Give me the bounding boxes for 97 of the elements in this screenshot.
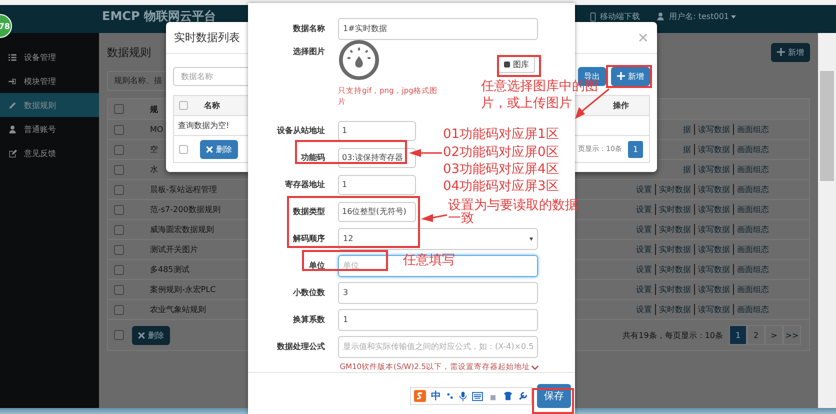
action-link[interactable]: 画面组态 (733, 124, 769, 135)
annotation-text: 02功能码对应屏0区 (443, 144, 559, 161)
action-link[interactable]: 画面组态 (733, 164, 769, 175)
annotation-text: 04功能码对应屏3区 (443, 178, 559, 195)
action-link[interactable]: 画面组态 (733, 244, 769, 255)
action-link[interactable]: 据 (683, 124, 691, 135)
ime-mode[interactable]: 中 (431, 389, 441, 403)
table-cell: 晨板-泵站远程管理 (150, 184, 217, 195)
input-field[interactable]: 3 (338, 282, 538, 304)
input-field[interactable]: 显示值和实际传输值之间的对应公式，如：(X-4)×0.5 (338, 336, 538, 358)
action-link[interactable]: 设置 (636, 304, 652, 315)
action-link[interactable]: 读写数据 (694, 164, 730, 175)
action-link[interactable]: 画面组态 (733, 264, 769, 275)
page-button[interactable]: >> (783, 325, 801, 345)
action-link[interactable]: 设置 (636, 284, 652, 295)
page-button[interactable]: 1 (628, 140, 643, 158)
action-link[interactable]: 读写数据 (694, 284, 730, 295)
table-cell: 案例规则-永宏PLC (150, 284, 216, 295)
action-link[interactable]: 画面组态 (733, 224, 769, 235)
field-label: 小数位数 (293, 288, 325, 297)
action-link[interactable]: 画面组态 (733, 184, 769, 195)
table-cell: 农业气象站规则 (150, 304, 206, 315)
action-link[interactable]: 画面组态 (733, 204, 769, 215)
action-link[interactable]: 实时数据 (655, 184, 691, 195)
empty-message: 查询数据为空! (177, 120, 230, 131)
action-link[interactable]: 设置 (636, 204, 652, 215)
field-label: 换算系数 (293, 315, 325, 324)
action-link[interactable]: 实时数据 (655, 244, 691, 255)
annotation-text: 01功能码对应屏1区 (443, 126, 559, 143)
column-header: 规 (150, 104, 158, 114)
action-link[interactable]: 设置 (636, 224, 652, 235)
dialog-title: 实时数据列表 (174, 30, 240, 45)
pagination-summary: 共有19条，每页显示：10条 (622, 330, 723, 340)
close-button[interactable]: × (637, 30, 649, 46)
table-cell: 水 (150, 164, 158, 175)
action-link[interactable]: 读写数据 (694, 224, 730, 235)
page-button[interactable]: > (765, 325, 783, 345)
mobile-download-link[interactable]: 移动端下载 (600, 11, 640, 22)
sidebar-item[interactable]: 设备管理 (0, 45, 99, 69)
action-link[interactable]: 读写数据 (694, 184, 730, 195)
column-header: 操作 (613, 100, 629, 111)
field-label: 寄存器地址 (285, 180, 325, 189)
field-label: 选择图片 (293, 47, 325, 56)
input-field[interactable]: 1 (338, 174, 416, 194)
annotation-text: 03功能码对应屏4区 (443, 161, 559, 178)
user-menu[interactable]: 用户名: test001 (669, 11, 729, 22)
annotation-text: 任意填写 (403, 252, 455, 269)
action-link[interactable]: 读写数据 (694, 264, 730, 275)
action-link[interactable]: 读写数据 (694, 304, 730, 315)
sidebar-item[interactable]: 普通账号 (0, 117, 99, 141)
page-button[interactable]: 1 (729, 325, 747, 345)
field-label: 数据处理公式 (277, 342, 325, 351)
action-link[interactable]: 实时数据 (655, 304, 691, 315)
delete-button[interactable]: 删除 (132, 326, 170, 344)
table-cell: MO (150, 125, 164, 134)
action-link[interactable]: 画面组态 (733, 144, 769, 155)
action-link[interactable]: 读写数据 (694, 244, 730, 255)
action-link[interactable]: 读写数据 (694, 124, 730, 135)
action-link[interactable]: 实时数据 (655, 284, 691, 295)
add-button[interactable]: 新增 (611, 66, 650, 86)
action-link[interactable]: 画面组态 (733, 284, 769, 295)
table-cell: 威海圆宏数据规则 (150, 224, 214, 235)
table-cell: 测试开关图片 (150, 244, 198, 255)
sidebar-item[interactable]: 意见反馈 (0, 141, 99, 165)
action-link[interactable]: 实时数据 (655, 224, 691, 235)
action-link[interactable]: 画面组态 (733, 304, 769, 315)
input-field[interactable]: 1 (338, 120, 416, 140)
field-label: 单位 (309, 261, 325, 270)
field-label: 解码顺序 (293, 234, 325, 243)
field-label: 设备从站地址 (277, 126, 325, 135)
page-button[interactable]: 2 (747, 325, 765, 345)
sidebar-item[interactable]: 模块管理 (0, 69, 99, 93)
delete-button[interactable]: 删除 (200, 140, 238, 158)
action-link[interactable]: 设置 (636, 184, 652, 195)
field-label: 数据名称 (293, 24, 325, 33)
action-link[interactable]: 实时数据 (655, 204, 691, 215)
action-link[interactable]: 读写数据 (694, 204, 730, 215)
action-link[interactable]: 设置 (636, 264, 652, 275)
action-link[interactable]: 据 (683, 164, 691, 175)
input-field[interactable]: 1#实时数据 (338, 18, 538, 40)
input-field[interactable]: 1 (338, 308, 538, 330)
table-cell: 空 (150, 144, 158, 155)
column-header: 名称 (204, 100, 221, 111)
table-cell: 多485测试 (150, 264, 190, 275)
field-label: 功能码 (301, 153, 325, 162)
select-field[interactable]: 16位整型(无符号) (338, 202, 416, 222)
sidebar-item[interactable]: 数据规则 (0, 93, 99, 117)
save-button[interactable]: 保存 (537, 384, 571, 408)
page-title: 数据规则 (107, 44, 151, 60)
action-link[interactable]: 设置 (636, 244, 652, 255)
field-label: 数据类型 (293, 207, 325, 216)
action-link[interactable]: 据 (683, 144, 691, 155)
action-link[interactable]: 实时数据 (655, 264, 691, 275)
action-link[interactable]: 读写数据 (694, 144, 730, 155)
logo-text: EMCP 物联网云平台 (102, 8, 216, 25)
table-cell: 范-s7-200数据规则 (150, 204, 220, 215)
add-button[interactable]: 新增 (771, 42, 810, 62)
